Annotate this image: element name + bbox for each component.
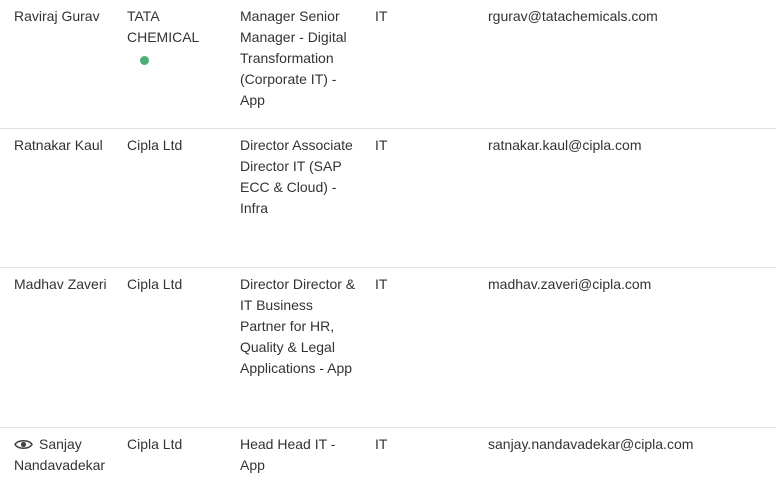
contact-company-cell: TATA CHEMICAL bbox=[127, 6, 227, 65]
contact-email[interactable]: sanjay.nandavadekar@cipla.com bbox=[488, 434, 774, 455]
contact-department: IT bbox=[375, 8, 388, 24]
contact-company: Cipla Ltd bbox=[127, 436, 183, 452]
eye-icon[interactable] bbox=[14, 438, 33, 451]
contact-title: Director Director & IT Business Partner … bbox=[240, 276, 356, 376]
contact-title: Manager Senior Manager - Digital Transfo… bbox=[240, 8, 347, 108]
contact-name[interactable]: Ratnakar Kaul bbox=[14, 135, 114, 156]
table-row[interactable]: Ratnakar Kaul Cipla Ltd Director Associa… bbox=[0, 129, 776, 268]
status-dot-icon bbox=[140, 56, 149, 65]
contact-name-cell[interactable]: Sanjay Nandavadekar bbox=[14, 434, 114, 476]
table-row[interactable]: Sanjay Nandavadekar Cipla Ltd Head Head … bbox=[0, 428, 776, 503]
contact-email[interactable]: madhav.zaveri@cipla.com bbox=[488, 274, 774, 295]
contact-department: IT bbox=[375, 276, 388, 292]
contact-email[interactable]: ratnakar.kaul@cipla.com bbox=[488, 135, 774, 156]
contact-title: Head Head IT - App bbox=[240, 436, 336, 473]
contact-department: IT bbox=[375, 137, 388, 153]
contact-title: Director Associate Director IT (SAP ECC … bbox=[240, 137, 353, 216]
contact-email[interactable]: rgurav@tatachemicals.com bbox=[488, 6, 774, 27]
table-row[interactable]: Raviraj Gurav TATA CHEMICAL Manager Seni… bbox=[0, 0, 776, 129]
table-row[interactable]: Madhav Zaveri Cipla Ltd Director Directo… bbox=[0, 268, 776, 428]
contact-company: TATA CHEMICAL bbox=[127, 8, 200, 45]
contact-name[interactable]: Madhav Zaveri bbox=[14, 274, 114, 295]
contacts-table: Raviraj Gurav TATA CHEMICAL Manager Seni… bbox=[0, 0, 776, 503]
contact-name[interactable]: Raviraj Gurav bbox=[14, 6, 114, 27]
contact-company: Cipla Ltd bbox=[127, 276, 183, 292]
contact-department: IT bbox=[375, 436, 388, 452]
contact-company: Cipla Ltd bbox=[127, 137, 183, 153]
